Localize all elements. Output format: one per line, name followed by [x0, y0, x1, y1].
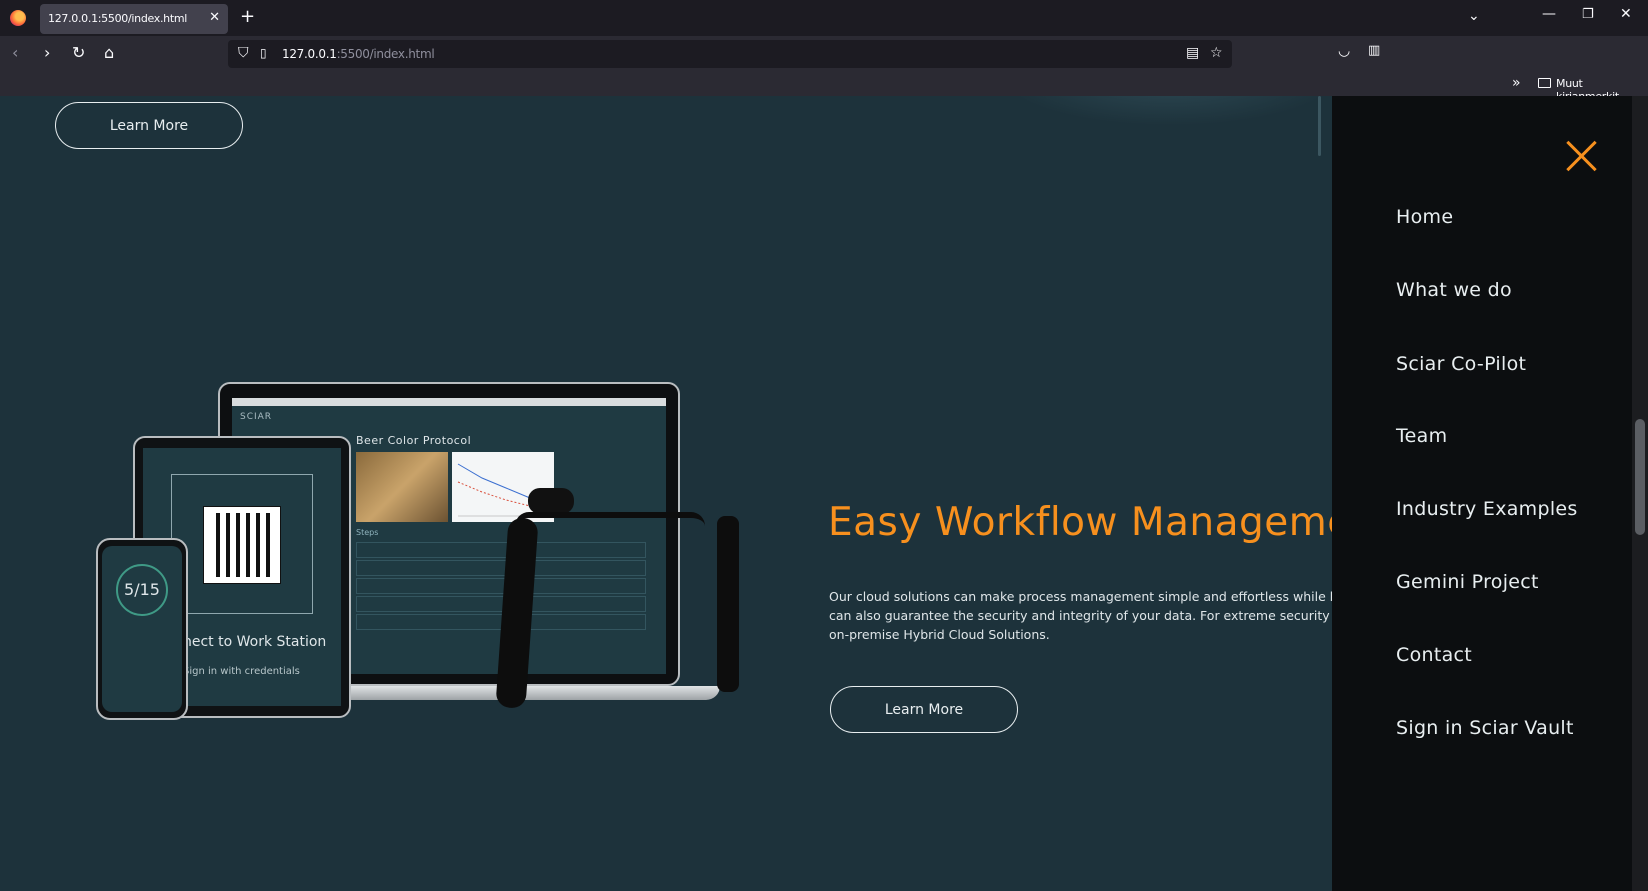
phone-progress-count: 5/15 [124, 580, 160, 599]
laptop-steps-label: Steps [356, 528, 379, 537]
tablet-connect-text: nect to Work Station [183, 634, 327, 650]
close-tab-icon[interactable]: ✕ [209, 10, 220, 25]
library-icon[interactable]: ▥ [1368, 43, 1380, 58]
smart-glasses-arm [717, 516, 739, 692]
laptop-step-row [356, 542, 646, 558]
nav-item-industry-examples[interactable]: Industry Examples [1396, 498, 1578, 520]
tab-list-chevron-icon[interactable]: ⌄ [1468, 8, 1480, 24]
nav-item-contact[interactable]: Contact [1396, 644, 1472, 666]
section-body-text: Our cloud solutions can make process man… [829, 589, 1341, 642]
back-icon[interactable]: ‹ [12, 43, 18, 62]
qr-code-icon [203, 506, 281, 584]
new-tab-icon[interactable]: + [240, 6, 255, 27]
phone-image: 5/15 [96, 538, 188, 720]
folder-icon [1538, 78, 1551, 88]
laptop-step-row [356, 578, 646, 594]
close-menu-icon[interactable] [1560, 134, 1604, 178]
learn-more-button[interactable]: Learn More [830, 686, 1018, 733]
side-navigation-menu: Home What we do Sciar Co-Pilot Team Indu… [1332, 96, 1632, 891]
nav-item-home[interactable]: Home [1396, 206, 1453, 228]
minimize-icon[interactable]: — [1542, 6, 1556, 22]
page-viewport: Learn More SCIAR Beer Color Protocol Ste… [0, 96, 1648, 891]
forward-icon[interactable]: › [44, 43, 50, 62]
home-icon[interactable]: ⌂ [104, 43, 114, 62]
smart-glasses-frame [515, 512, 705, 526]
decorative-glow [1000, 96, 1340, 126]
pocket-icon[interactable]: ◡ [1338, 43, 1350, 59]
page-scrollbar[interactable] [1632, 96, 1648, 891]
tablet-sign-in-text: Sign in with credentials [183, 666, 300, 677]
laptop-brand: SCIAR [240, 412, 273, 422]
laptop-step-row [356, 596, 646, 612]
nav-item-sciar-co-pilot[interactable]: Sciar Co-Pilot [1396, 353, 1526, 375]
nav-item-gemini-project[interactable]: Gemini Project [1396, 571, 1539, 593]
bookmarks-toolbar: » Muut kirjanmerkit [0, 72, 1648, 103]
phone-screen: 5/15 [102, 546, 182, 712]
url-text[interactable]: 127.0.0.1:5500/index.html [282, 47, 435, 61]
smart-glasses-camera [528, 488, 574, 514]
navigation-toolbar: ‹ › ↻ ⌂ ⛉ ▯ 127.0.0.1:5500/index.html ▤ … [0, 36, 1648, 72]
page-icon: ▯ [260, 46, 267, 60]
section-headline: Easy Workflow Manageme [828, 500, 1352, 545]
browser-tab[interactable]: 127.0.0.1:5500/index.html ✕ [40, 4, 228, 34]
tab-strip: 127.0.0.1:5500/index.html ✕ + ⌄ — ❐ ✕ [0, 0, 1648, 36]
nav-item-sign-in-sciar-vault[interactable]: Sign in Sciar Vault [1396, 717, 1574, 739]
laptop-browser-bar [232, 398, 666, 406]
protocol-photo [356, 452, 448, 522]
bookmark-star-icon[interactable]: ☆ [1210, 45, 1223, 61]
learn-more-button-top[interactable]: Learn More [55, 102, 243, 149]
scrollbar-thumb[interactable] [1635, 419, 1645, 535]
tab-title: 127.0.0.1:5500/index.html [48, 12, 188, 25]
reader-view-icon[interactable]: ▤ [1186, 45, 1199, 61]
nav-item-what-we-do[interactable]: What we do [1396, 279, 1512, 301]
laptop-step-row [356, 560, 646, 576]
laptop-protocol-title: Beer Color Protocol [356, 434, 472, 447]
shield-icon[interactable]: ⛉ [238, 45, 249, 61]
reload-icon[interactable]: ↻ [72, 43, 85, 62]
firefox-icon [10, 10, 26, 26]
bookmarks-overflow-icon[interactable]: » [1512, 75, 1521, 91]
address-bar[interactable]: ⛉ ▯ 127.0.0.1:5500/index.html ▤ ☆ [228, 40, 1232, 68]
decorative-edge [1318, 96, 1321, 156]
window-close-icon[interactable]: ✕ [1620, 6, 1632, 22]
restore-icon[interactable]: ❐ [1582, 7, 1594, 22]
qr-frame [171, 474, 313, 614]
nav-item-team[interactable]: Team [1396, 425, 1447, 447]
